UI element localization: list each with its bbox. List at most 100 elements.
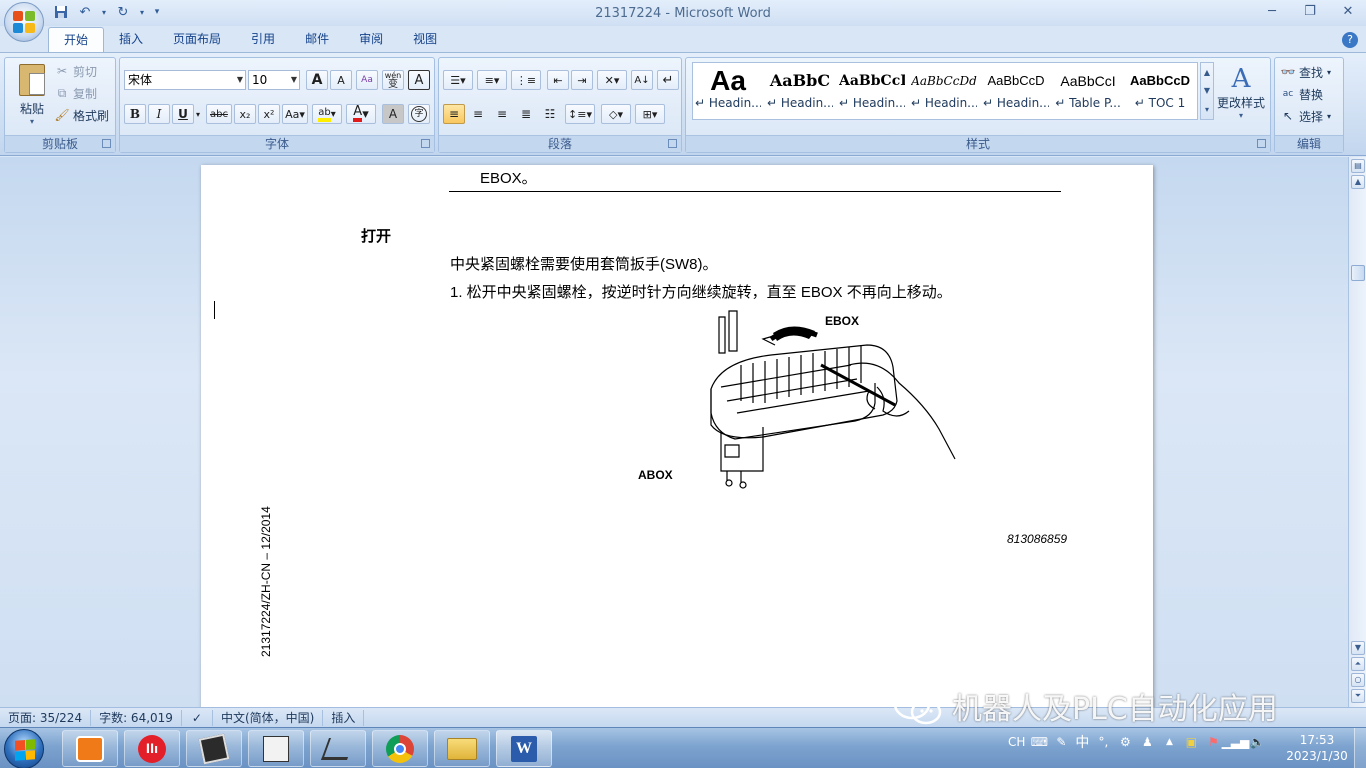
strikethrough-button[interactable]: abc: [206, 104, 232, 124]
network-icon[interactable]: ▁▃▅: [1222, 734, 1250, 750]
change-case-button[interactable]: Aa ▾: [282, 104, 308, 124]
style-item[interactable]: AaBbCcI ↵ Headin...: [839, 66, 905, 116]
font-size-dropdown-icon[interactable]: ▼: [291, 71, 297, 89]
prev-page-icon[interactable]: ⏶: [1351, 657, 1365, 671]
chinese-layout-button[interactable]: ✕▾: [597, 70, 627, 90]
font-size-combo[interactable]: 10 ▼: [248, 70, 300, 90]
tab-review[interactable]: 审阅: [344, 27, 398, 53]
increase-indent-button[interactable]: ⇥: [571, 70, 593, 90]
proofing-status[interactable]: ✓: [182, 709, 213, 726]
line-spacing-button[interactable]: ↕≡▾: [565, 104, 595, 124]
clear-format-button[interactable]: Aa: [356, 70, 378, 90]
ime-mode[interactable]: 中: [1075, 732, 1089, 752]
bullets-button[interactable]: ☰▾: [443, 70, 473, 90]
word-count[interactable]: 字数: 64,019: [91, 709, 182, 726]
keyboard-icon[interactable]: ⌨: [1031, 734, 1048, 750]
italic-button[interactable]: I: [148, 104, 170, 124]
taskbar-explorer[interactable]: [434, 730, 490, 767]
page-indicator[interactable]: 页面: 35/224: [0, 709, 92, 726]
multilevel-list-button[interactable]: ⋮≡: [511, 70, 541, 90]
show-marks-button[interactable]: ↵: [657, 70, 679, 90]
tab-mailings[interactable]: 邮件: [290, 27, 344, 53]
next-page-icon[interactable]: ⏷: [1351, 689, 1365, 703]
style-item[interactable]: AaBbCcD ↵ Headin...: [983, 66, 1049, 116]
style-item[interactable]: AaBbC ↵ Headin...: [767, 66, 833, 116]
font-name-combo[interactable]: 宋体 ▼: [124, 70, 246, 90]
tab-view[interactable]: 视图: [398, 27, 452, 53]
align-center-button[interactable]: ≡: [467, 104, 489, 124]
char-shading-button[interactable]: A: [382, 104, 404, 124]
input-language[interactable]: CH: [1008, 735, 1025, 749]
gallery-down-icon[interactable]: ▼: [1204, 86, 1210, 95]
font-color-button[interactable]: A ▾: [346, 104, 376, 124]
action-center-icon[interactable]: ⚑: [1205, 734, 1221, 750]
underline-dropdown-icon[interactable]: ▾: [193, 104, 203, 124]
ime-settings-icon[interactable]: ⚙: [1117, 734, 1133, 750]
style-item[interactable]: AaBbCcDd ↵ Headin...: [911, 66, 977, 116]
tab-home[interactable]: 开始: [48, 27, 105, 53]
justify-button[interactable]: ≣: [515, 104, 537, 124]
help-icon[interactable]: ?: [1342, 32, 1358, 48]
bold-button[interactable]: B: [124, 104, 146, 124]
styles-gallery-scroll[interactable]: ▲ ▼ ▾: [1200, 62, 1214, 120]
taskbar-app-2[interactable]: llı: [124, 730, 180, 767]
align-left-button[interactable]: ≡: [443, 104, 465, 124]
font-launcher-icon[interactable]: [421, 139, 430, 148]
char-border-button[interactable]: A: [408, 70, 430, 90]
decrease-indent-button[interactable]: ⇤: [547, 70, 569, 90]
grow-font-button[interactable]: A: [306, 70, 328, 90]
underline-button[interactable]: U: [172, 104, 194, 124]
tab-references[interactable]: 引用: [236, 27, 290, 53]
paste-dropdown-icon[interactable]: ▾: [30, 117, 34, 126]
phonetic-guide-button[interactable]: wén 变: [382, 70, 404, 90]
language-indicator[interactable]: 中文(简体，中国): [213, 709, 324, 726]
distributed-button[interactable]: ☷: [539, 104, 561, 124]
enclose-chars-button[interactable]: 字: [408, 104, 430, 124]
taskbar-word[interactable]: W: [496, 730, 552, 767]
format-painter-button[interactable]: 🖌 格式刷: [54, 105, 109, 125]
borders-button[interactable]: ⊞▾: [635, 104, 665, 124]
maximize-button[interactable]: ❐: [1300, 2, 1320, 20]
change-styles-button[interactable]: A 更改样式 ▾: [1214, 64, 1268, 120]
start-button[interactable]: [4, 729, 44, 768]
select-button[interactable]: ↖ 选择 ▾: [1281, 106, 1331, 126]
taskbar-chrome[interactable]: [372, 730, 428, 767]
minimize-button[interactable]: ─: [1262, 2, 1282, 20]
taskbar-app-3[interactable]: [186, 730, 242, 767]
insert-mode[interactable]: 插入: [323, 709, 365, 726]
security-icon[interactable]: ▣: [1183, 734, 1199, 750]
cut-button[interactable]: ✂ 剪切: [55, 61, 97, 81]
superscript-button[interactable]: x²: [258, 104, 280, 124]
taskbar-app-5[interactable]: [310, 730, 366, 767]
office-button[interactable]: [4, 2, 44, 42]
copy-button[interactable]: ⧉ 复制: [55, 83, 97, 103]
taskbar-app-4[interactable]: [248, 730, 304, 767]
tray-expand-icon[interactable]: ▲: [1161, 734, 1177, 750]
taskbar-app-1[interactable]: [62, 730, 118, 767]
scroll-up-icon[interactable]: ▲: [1351, 175, 1365, 189]
sort-button[interactable]: A↓: [631, 70, 653, 90]
style-item[interactable]: AaBbCcI ↵ Table P...: [1055, 66, 1121, 116]
vertical-scrollbar[interactable]: ▤ ▲ ▼ ⏶ ○ ⏷: [1348, 157, 1366, 707]
volume-icon[interactable]: 🔈: [1249, 734, 1265, 750]
numbering-button[interactable]: ≡▾: [477, 70, 507, 90]
document-page[interactable]: EBOX。 打开 中央紧固螺栓需要使用套筒扳手(SW8)。 1. 松开中央紧固螺…: [201, 165, 1153, 710]
align-right-button[interactable]: ≡: [491, 104, 513, 124]
find-button[interactable]: 👓 查找 ▾: [1281, 62, 1332, 82]
font-name-dropdown-icon[interactable]: ▼: [237, 71, 243, 89]
styles-launcher-icon[interactable]: [1257, 139, 1266, 148]
shrink-font-button[interactable]: A: [330, 70, 352, 90]
punctuation-icon[interactable]: °,: [1095, 734, 1111, 750]
gallery-up-icon[interactable]: ▲: [1204, 68, 1210, 77]
paste-button[interactable]: 粘贴 ▾: [13, 62, 51, 132]
style-item[interactable]: AaBbCcD ↵ TOC 1: [1127, 66, 1193, 116]
scroll-thumb[interactable]: [1351, 265, 1365, 281]
clock[interactable]: 17:53 2023/1/30: [1282, 732, 1352, 764]
ime-status-icon[interactable]: ✎: [1053, 734, 1069, 750]
subscript-button[interactable]: x₂: [234, 104, 256, 124]
gallery-more-icon[interactable]: ▾: [1205, 105, 1209, 114]
paragraph-launcher-icon[interactable]: [668, 139, 677, 148]
show-desktop-button[interactable]: [1354, 728, 1366, 768]
close-button[interactable]: ✕: [1338, 2, 1358, 20]
tab-insert[interactable]: 插入: [104, 27, 158, 53]
